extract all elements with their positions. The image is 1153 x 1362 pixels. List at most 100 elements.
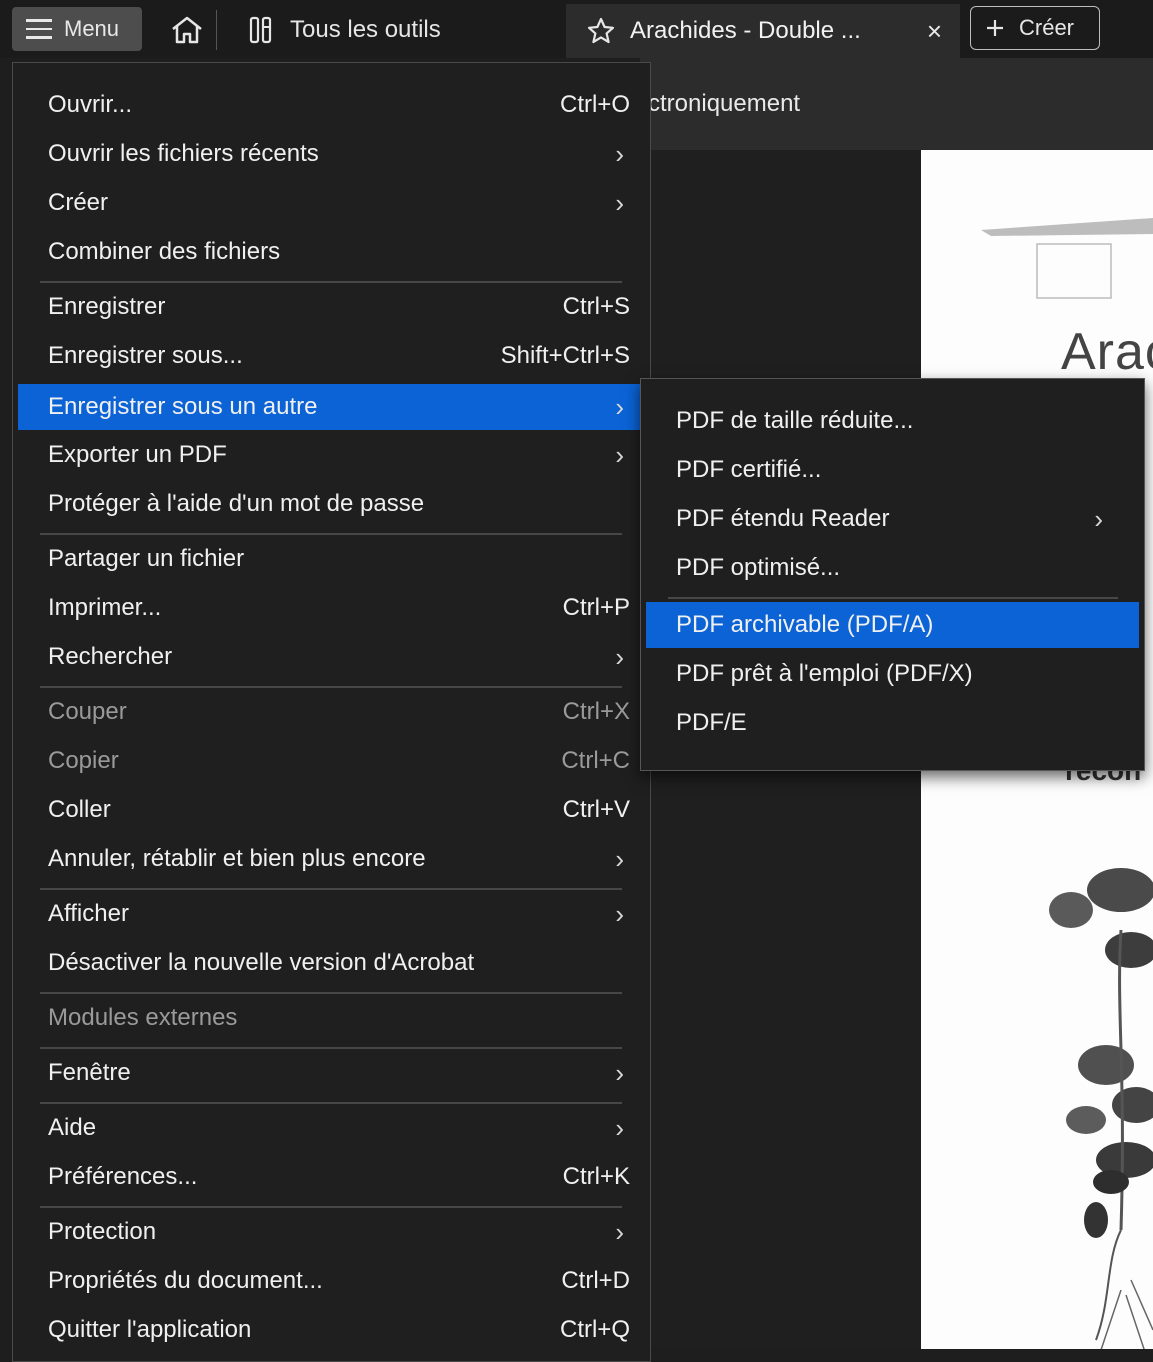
menu-divider [40,533,622,535]
menu-item-label: Exporter un PDF [48,441,227,468]
menu-divider [668,597,1118,599]
main-menu: Ouvrir... Ctrl+O Ouvrir les fichiers réce… [12,62,651,1362]
menu-item-save[interactable]: Enregistrer Ctrl+S [18,284,640,330]
menu-item-label: Protection [48,1218,157,1245]
menu-item-cut[interactable]: Couper Ctrl+X [18,689,640,735]
action-bar-text[interactable]: ctroniquement [648,90,800,118]
menu-item-open-recent[interactable]: Ouvrir les fichiers récents › [18,131,640,177]
chevron-right-icon: › [615,899,624,929]
menu-item-shortcut: Ctrl+Q [559,1316,630,1343]
menu-item-label: PDF étendu Reader [676,505,890,532]
menu-item-protect-password[interactable]: Protéger à l'aide d'un mot de passe [18,481,640,527]
chevron-right-icon: › [615,392,624,422]
home-button[interactable] [164,10,210,50]
menu-item-share-file[interactable]: Partager un fichier [18,536,640,582]
menu-item-preferences[interactable]: Préférences... Ctrl+K [18,1154,640,1200]
document-tab[interactable]: Arachides - Double ... × [566,4,960,58]
menu-item-window[interactable]: Fenêtre › [18,1050,640,1096]
document-title-fragment: Arac [1061,323,1153,381]
menu-item-label: Couper [48,698,127,725]
submenu-item-archivable-pdf[interactable]: PDF archivable (PDF/A) [646,602,1139,648]
menu-item-shortcut: Ctrl+X [562,698,630,725]
menu-item-label: PDF/E [676,709,747,736]
menu-item-shortcut: Ctrl+C [561,747,630,774]
menu-item-open[interactable]: Ouvrir... Ctrl+O [18,82,640,128]
page-header-scan [981,218,1153,299]
menu-item-export-pdf[interactable]: Exporter un PDF › [18,432,640,478]
menu-button-label: Menu [64,16,120,41]
submenu-item-pdf-e[interactable]: PDF/E [646,700,1139,746]
star-icon[interactable] [586,16,616,46]
menu-item-label: PDF certifié... [676,456,822,483]
menu-button[interactable]: Menu [12,7,142,51]
menu-divider [40,686,622,688]
all-tools-button[interactable]: Tous les outils [248,8,441,52]
menu-item-paste[interactable]: Coller Ctrl+V [18,787,640,833]
menu-item-disable-new-acrobat[interactable]: Désactiver la nouvelle version d'Acrobat [18,940,640,986]
menu-item-label: Coller [48,796,111,823]
menu-item-view[interactable]: Afficher › [18,891,640,937]
chevron-right-icon: › [615,188,624,218]
menu-item-label: Imprimer... [48,594,162,621]
menu-item-label: Rechercher [48,643,173,670]
menu-item-label: Aide [48,1114,97,1141]
save-as-other-submenu: PDF de taille réduite... PDF certifié...… [640,378,1145,771]
tab-title: Arachides - Double ... [630,17,861,44]
menu-item-label: Protéger à l'aide d'un mot de passe [48,490,425,517]
menu-item-save-as-other[interactable]: Enregistrer sous un autre › [18,384,645,430]
menu-item-search[interactable]: Rechercher › [18,634,640,680]
menu-item-label: Créer [48,189,109,216]
all-tools-label: Tous les outils [290,16,441,43]
menu-item-label: Quitter l'application [48,1316,252,1343]
menu-item-document-properties[interactable]: Propriétés du document... Ctrl+D [18,1258,640,1304]
menu-item-label: PDF archivable (PDF/A) [676,611,934,638]
submenu-item-certified-pdf[interactable]: PDF certifié... [646,447,1139,493]
menu-item-shortcut: Ctrl+S [562,293,630,320]
menu-item-shortcut: Ctrl+O [559,91,630,118]
menu-item-label: Propriétés du document... [48,1267,323,1294]
menu-item-label: Combiner des fichiers [48,238,281,265]
submenu-item-print-ready-pdf[interactable]: PDF prêt à l'emploi (PDF/X) [646,651,1139,697]
menu-item-quit[interactable]: Quitter l'application Ctrl+Q [18,1307,640,1353]
menu-divider [40,1047,622,1049]
menu-item-protection[interactable]: Protection › [18,1209,640,1255]
menu-item-shortcut: Shift+Ctrl+S [500,342,630,369]
submenu-item-optimized-pdf[interactable]: PDF optimisé... [646,545,1139,591]
menu-item-combine-files[interactable]: Combiner des fichiers [18,229,640,275]
menu-item-label: Partager un fichier [48,545,245,572]
submenu-item-reader-extended-pdf[interactable]: PDF étendu Reader › [646,496,1139,542]
menu-item-label: PDF prêt à l'emploi (PDF/X) [676,660,973,687]
top-bar: Menu Tous les outils Arachides - Double … [0,0,1153,58]
menu-item-help[interactable]: Aide › [18,1105,640,1151]
menu-item-label: Désactiver la nouvelle version d'Acrobat [48,949,475,976]
peanut-plant-illustration [1049,868,1153,1349]
chevron-right-icon: › [615,1113,624,1143]
chevron-right-icon: › [615,844,624,874]
menu-divider [40,992,622,994]
menu-item-copy[interactable]: Copier Ctrl+C [18,738,640,784]
create-button[interactable]: Créer [970,6,1100,50]
tools-icon [249,16,272,44]
menu-item-undo-redo-more[interactable]: Annuler, rétablir et bien plus encore › [18,836,640,882]
menu-item-label: Ouvrir les fichiers récents [48,140,319,167]
chevron-right-icon: › [615,1058,624,1088]
menu-item-label: PDF de taille réduite... [676,407,914,434]
chevron-right-icon: › [615,139,624,169]
menu-item-print[interactable]: Imprimer... Ctrl+P [18,585,640,631]
menu-item-create[interactable]: Créer › [18,180,640,226]
menu-item-shortcut: Ctrl+P [562,594,630,621]
menu-item-label: Modules externes [48,1004,238,1031]
menu-item-label: Ouvrir... [48,91,133,118]
menu-item-label: Annuler, rétablir et bien plus encore [48,845,426,872]
menu-item-save-as[interactable]: Enregistrer sous... Shift+Ctrl+S [18,333,640,379]
close-icon[interactable]: × [927,16,942,47]
menu-item-shortcut: Ctrl+V [562,796,630,823]
menu-divider [40,281,622,283]
chevron-right-icon: › [615,1217,624,1247]
menu-item-plugins[interactable]: Modules externes [18,995,640,1041]
submenu-item-reduced-size-pdf[interactable]: PDF de taille réduite... [646,398,1139,444]
create-button-label: Créer [1019,15,1075,40]
menu-divider [40,1206,622,1208]
chevron-right-icon: › [615,642,624,672]
action-bar: ctroniquement [640,58,1153,150]
